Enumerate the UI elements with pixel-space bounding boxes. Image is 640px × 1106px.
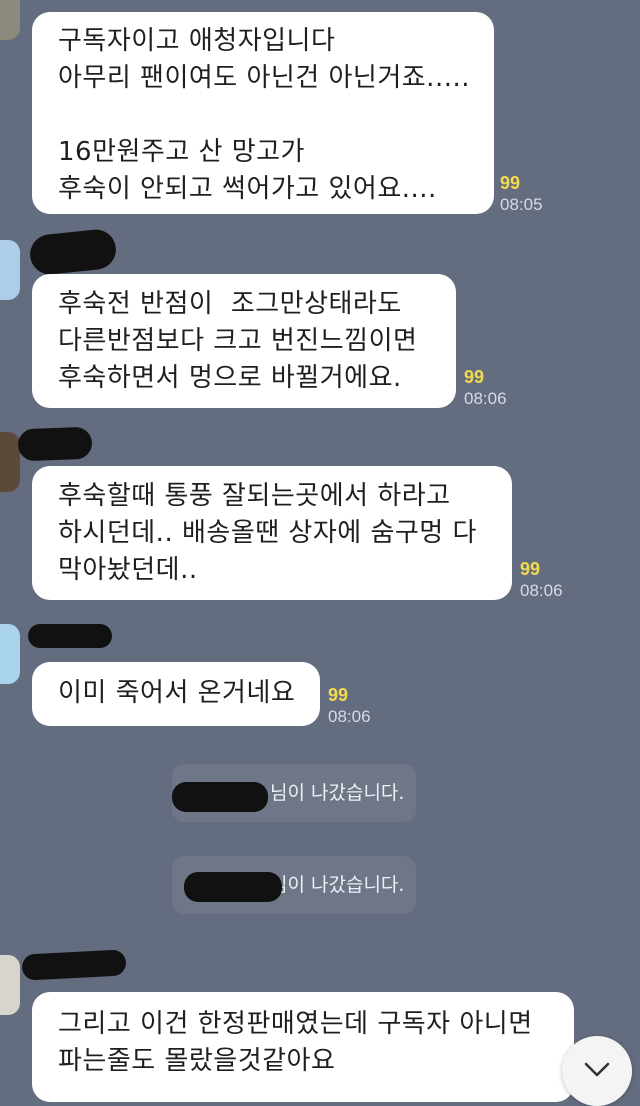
- sender-avatar[interactable]: [0, 0, 20, 40]
- message-text: 하시던데.. 배송올땐 상자에 숨구멍 다: [58, 518, 477, 548]
- message-bubble[interactable]: 구독자이고 애청자입니다 아무리 팬이여도 아닌건 아닌거죠..... 16만원…: [32, 12, 494, 214]
- message-bubble[interactable]: 이미 죽어서 온거네요: [32, 662, 320, 726]
- sender-avatar[interactable]: [0, 240, 20, 300]
- sender-avatar[interactable]: [0, 432, 20, 492]
- message-bubble[interactable]: 그리고 이건 한정판매였는데 구독자 아니면 파는줄도 몰랐을것같아요: [32, 992, 574, 1102]
- message-time: 08:06: [520, 581, 563, 600]
- chevron-down-icon: [584, 1062, 610, 1077]
- message-text: 이미 죽어서 온거네요: [58, 678, 296, 708]
- message-text: [58, 97, 468, 134]
- redacted-user-name: [184, 872, 282, 902]
- unread-count: 99: [500, 173, 521, 193]
- redacted-sender-name: [21, 949, 127, 981]
- message-text: 다른반점보다 크고 번진느낌이면: [58, 326, 418, 356]
- message-text: 그리고 이건 한정판매였는데 구독자 아니면: [58, 1009, 533, 1039]
- sender-avatar[interactable]: [0, 624, 20, 684]
- message-meta: 99 08:06: [464, 366, 507, 410]
- message-meta: 99 08:06: [520, 558, 563, 602]
- message-text: 파는줄도 몰랐을것같아요: [58, 1046, 336, 1076]
- unread-count: 99: [464, 367, 485, 387]
- system-notice-text: 님이 나갔습니다.: [270, 782, 405, 804]
- system-notice-text: 님이 나갔습니다.: [270, 874, 405, 896]
- redacted-user-name: [172, 782, 268, 812]
- scroll-to-bottom-button[interactable]: [562, 1036, 632, 1106]
- redacted-sender-name: [28, 624, 112, 648]
- message-text: 구독자이고 애청자입니다: [58, 26, 336, 56]
- unread-count: 99: [520, 559, 541, 579]
- message-text: 16만원주고 산 망고가: [58, 137, 305, 167]
- redacted-sender-name: [28, 227, 118, 277]
- message-text: 아무리 팬이여도 아닌건 아닌거죠.....: [58, 63, 470, 93]
- message-time: 08:06: [328, 707, 371, 726]
- message-meta: 99 08:06: [328, 684, 371, 728]
- message-text: 막아놨던데..: [58, 555, 198, 585]
- message-time: 08:05: [500, 195, 543, 214]
- message-bubble[interactable]: 후숙전 반점이 조그만상태라도 다른반점보다 크고 번진느낌이면 후숙하면서 멍…: [32, 274, 456, 408]
- message-text: 후숙전 반점이 조그만상태라도: [58, 289, 402, 319]
- message-text: 후숙할때 통풍 잘되는곳에서 하라고: [58, 481, 451, 511]
- unread-count: 99: [328, 685, 349, 705]
- message-bubble[interactable]: 후숙할때 통풍 잘되는곳에서 하라고 하시던데.. 배송올땐 상자에 숨구멍 다…: [32, 466, 512, 600]
- message-text: 후숙이 안되고 썩어가고 있어요....: [58, 174, 437, 204]
- message-time: 08:06: [464, 389, 507, 408]
- redacted-sender-name: [17, 426, 93, 462]
- message-meta: 99 08:05: [500, 172, 543, 216]
- sender-avatar[interactable]: [0, 955, 20, 1015]
- message-text: 후숙하면서 멍으로 바뀔거에요.: [58, 363, 402, 393]
